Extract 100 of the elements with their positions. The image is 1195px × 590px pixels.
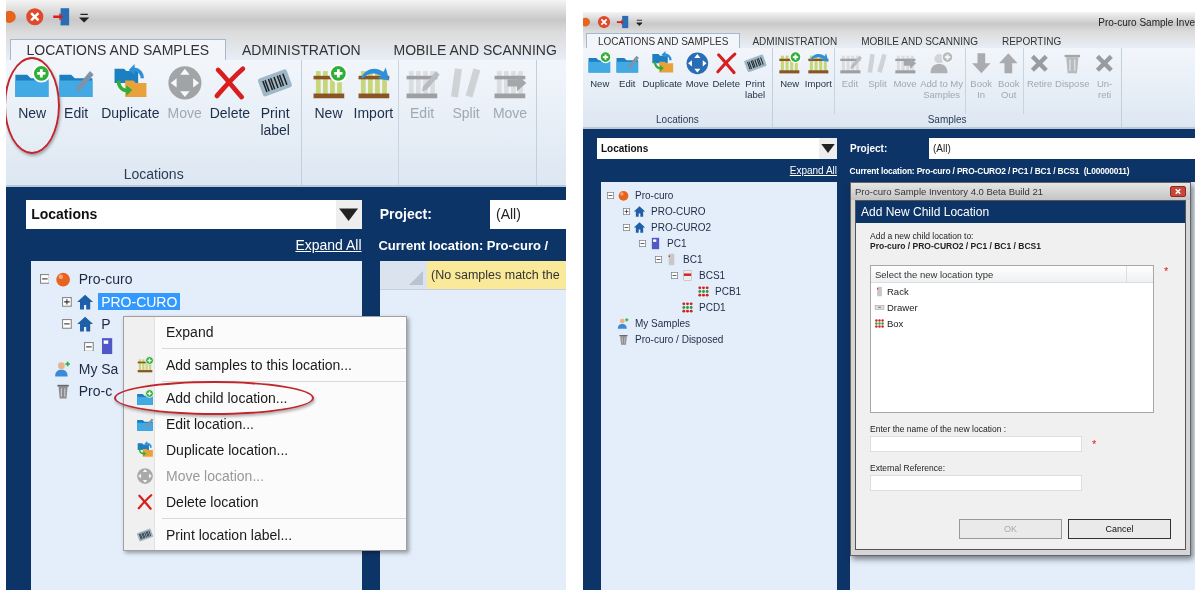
menu-item[interactable]: Add samples to this location... [124,352,406,378]
ribbon-button[interactable]: Import [803,50,834,91]
text-field[interactable] [870,475,1082,491]
ribbon-button[interactable]: Edit [613,50,642,91]
ribbon-button[interactable]: Print label [741,50,769,103]
close-icon[interactable] [596,15,611,29]
shelf-icon [681,268,694,282]
collapse-box-icon[interactable] [39,274,50,285]
list-item[interactable]: Box [871,315,1153,331]
list-item[interactable]: Drawer [871,299,1153,315]
ribbon-button[interactable]: New [306,62,351,124]
ribbon-tab[interactable]: LOCATIONS AND SAMPLES [586,33,741,48]
globe-icon [617,188,630,202]
group-label: Locations [655,113,700,127]
delete-icon [136,493,154,511]
project-label: Project: [850,143,889,154]
list-header: Select the new location type [871,266,1127,282]
ribbon-button[interactable]: Edit [54,62,99,124]
tube-rack-plus-icon [136,356,154,374]
location-dropdown[interactable]: Locations [25,199,362,229]
group-label: Locations [122,165,185,184]
tree-item[interactable]: P [98,315,114,333]
menu-item[interactable]: Delete location [124,489,406,515]
tree-item[interactable]: PRO-CURO2 [649,221,713,233]
collapse-box-icon[interactable] [671,271,678,279]
current-location: Current location: Pro-curo / [378,237,549,253]
folders-arrows-icon [136,441,154,459]
project-label: Project: [379,206,433,223]
ribbon-tab[interactable]: MOBILE AND SCANNING [377,38,566,60]
menu-item[interactable]: Add child location... [124,385,406,411]
menu-item[interactable]: Print location label... [124,522,406,548]
grid-box-icon [681,300,694,314]
cancel-button[interactable]: Cancel [1068,519,1171,539]
ribbon-tab[interactable]: MOBILE AND SCANNING [849,33,990,48]
tree-item[interactable]: PC1 [665,237,689,249]
required-mark: * [1164,265,1169,277]
close-button[interactable] [1170,186,1186,197]
collapse-box-icon[interactable] [639,239,646,247]
tree-item[interactable]: PCB1 [713,285,744,297]
exit-door-icon[interactable] [615,15,630,29]
tree-item[interactable]: Pro-curo [633,189,676,201]
tree-item[interactable]: BC1 [681,253,705,265]
ribbon-button[interactable]: New [10,62,55,124]
ribbon-button[interactable]: New [775,50,804,91]
ribbon-button[interactable]: Delete [711,50,742,91]
window-title: Pro-curo Sample Inve [1098,16,1195,28]
cabinet-icon [649,236,662,250]
location-dropdown[interactable]: Locations [597,138,837,159]
bin-icon [617,332,630,346]
triangle-icon [409,271,424,285]
tree-item[interactable]: PCD1 [697,301,728,313]
menu-item[interactable]: Expand [124,319,406,345]
orb-icon[interactable] [583,15,592,29]
ribbon-tab[interactable]: ADMINISTRATION [225,38,378,60]
ribbon-button[interactable]: Print label [253,62,298,142]
tree-item[interactable]: PRO-CURO [649,205,708,217]
expand-box-icon[interactable] [61,296,72,307]
tree-item[interactable]: Pro-curo / Disposed [633,333,726,345]
ribbon-button[interactable]: Import [350,62,397,124]
instruction-text: Add a new child location to: [870,231,975,241]
menu-item[interactable]: Duplicate location... [124,437,406,463]
tree-item[interactable]: My Sa [75,360,122,378]
text-field[interactable] [870,436,1082,452]
collapse-box-icon[interactable] [61,319,72,330]
location-path: Pro-curo / PRO-CURO2 / PC1 / BC1 / BCS1 [870,241,1042,251]
ribbon-tab[interactable]: ADMINISTRATION [740,33,850,48]
tree-item[interactable]: Pro-curo [75,270,136,289]
ribbon-button[interactable]: Duplicate [641,50,684,91]
expand-all-link[interactable]: Expand All [789,165,837,176]
ribbon-button[interactable]: New [586,50,614,91]
tree-item[interactable]: My Samples [633,317,692,329]
exit-door-icon[interactable] [51,6,72,27]
ribbon-button[interactable]: Duplicate [98,62,163,124]
collapse-box-icon[interactable] [84,341,95,352]
tree-item[interactable]: BCS1 [697,269,728,281]
collapse-box-icon[interactable] [623,223,630,231]
menu-item[interactable]: Edit location... [124,411,406,437]
folder-plus-icon [587,50,613,76]
collapse-box-icon[interactable] [655,255,662,263]
project-field[interactable]: (All) [490,199,566,229]
move-arrows-icon [165,64,204,102]
close-icon[interactable] [25,6,45,27]
ribbon-tab[interactable]: LOCATIONS AND SAMPLES [10,38,226,60]
ribbon-button[interactable]: Move [683,50,712,91]
required-mark: * [1092,438,1097,450]
ribbon-button[interactable]: Delete [206,62,254,124]
person-icon [53,359,72,378]
ribbon-tab[interactable]: REPORTING [989,33,1074,48]
tube-rack-plus-icon [777,50,802,76]
person-plus-icon [929,50,954,76]
house-icon [75,292,95,311]
tree-item[interactable]: Pro-c [75,382,115,400]
field-label: External Reference: [870,463,946,473]
grid-box-icon [874,317,885,329]
list-item[interactable]: Rack [871,283,1153,299]
collapse-box-icon[interactable] [607,191,614,199]
project-field[interactable]: (All) [929,138,1195,159]
expand-box-icon[interactable] [623,207,630,215]
house-icon [633,220,646,234]
expand-all-link[interactable]: Expand All [295,237,362,254]
